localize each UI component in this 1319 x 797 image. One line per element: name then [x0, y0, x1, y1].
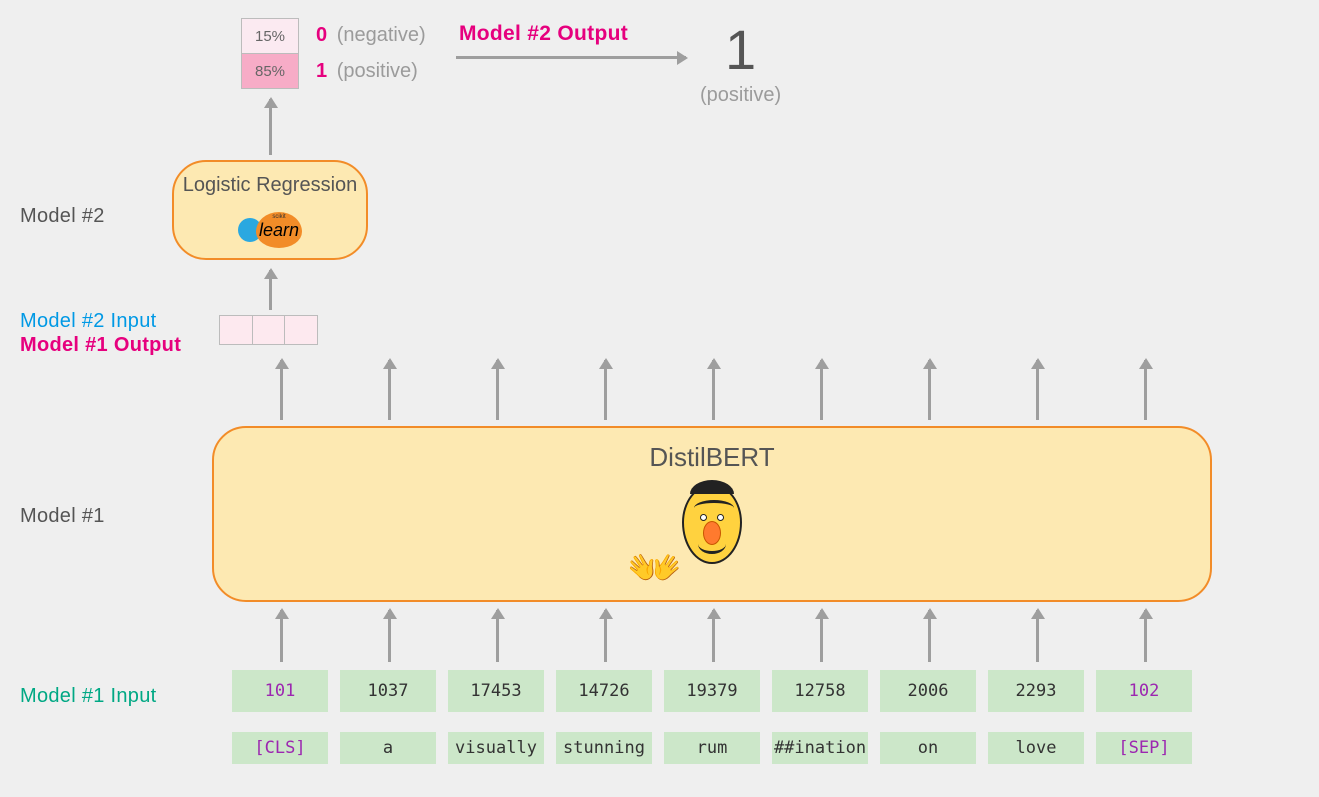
token-text-row: [CLS] a visually stunning rum ##ination … — [232, 732, 1192, 764]
hand-left-icon: 👐 — [627, 542, 682, 594]
arrow-bert-out-1 — [388, 360, 391, 420]
model-2-box: Logistic Regression scikit learn — [172, 160, 368, 260]
token-text: on — [880, 732, 976, 764]
token-id: 2006 — [880, 670, 976, 712]
embedding-cell — [253, 316, 286, 344]
prob-index-1: 1 — [316, 60, 327, 82]
label-model-1-output: Model #1 Output — [20, 334, 181, 357]
token-text: a — [340, 732, 436, 764]
token-id: 101 — [232, 670, 328, 712]
token-id: 12758 — [772, 670, 868, 712]
sklearn-learn-text: learn — [259, 220, 299, 241]
arrow-tok-in-0 — [280, 610, 283, 662]
arrow-tok-in-3 — [604, 610, 607, 662]
prob-cell-0: 15% — [241, 18, 299, 54]
arrow-bert-out-3 — [604, 360, 607, 420]
arrow-bert-out-7 — [1036, 360, 1039, 420]
embedding-cell — [285, 316, 317, 344]
arrow-embed-to-lr — [269, 270, 272, 310]
diagram-canvas: Model #2 Model #2 Input Model #1 Output … — [0, 0, 1319, 797]
arrow-bert-out-0 — [280, 360, 283, 420]
token-text: [SEP] — [1096, 732, 1192, 764]
embedding-cell — [220, 316, 253, 344]
model-1-title: DistilBERT — [214, 442, 1210, 473]
arrow-tok-in-8 — [1144, 610, 1147, 662]
arrow-tok-in-1 — [388, 610, 391, 662]
arrow-tok-in-2 — [496, 610, 499, 662]
arrow-tok-in-6 — [928, 610, 931, 662]
prob-index-0: 0 — [316, 24, 327, 46]
arrow-bert-out-6 — [928, 360, 931, 420]
sklearn-orange-blob-icon: scikit learn — [256, 212, 302, 248]
token-id: 102 — [1096, 670, 1192, 712]
arrow-bert-out-8 — [1144, 360, 1147, 420]
token-text: ##ination — [772, 732, 868, 764]
sklearn-tiny-text: scikit — [272, 214, 285, 220]
prob-desc-1: (positive) — [337, 60, 418, 82]
label-model-2: Model #2 — [20, 205, 105, 228]
token-text: rum — [664, 732, 760, 764]
token-id: 17453 — [448, 670, 544, 712]
label-model-1-input: Model #1 Input — [20, 685, 157, 708]
arrow-tok-in-5 — [820, 610, 823, 662]
arrow-lr-to-probs — [269, 99, 272, 155]
arrow-tok-in-7 — [1036, 610, 1039, 662]
prob-label-1: 1 (positive) — [316, 60, 418, 83]
distilbert-mascot: 👐 — [627, 484, 797, 594]
prob-label-0: 0 (negative) — [316, 24, 426, 47]
token-text: [CLS] — [232, 732, 328, 764]
result-desc: (positive) — [700, 84, 781, 107]
token-id: 19379 — [664, 670, 760, 712]
token-text: stunning — [556, 732, 652, 764]
token-id-row: 101 1037 17453 14726 19379 12758 2006 22… — [232, 670, 1192, 712]
arrow-to-result — [456, 56, 686, 59]
label-model-2-output: Model #2 Output — [459, 22, 628, 46]
prob-cell-1: 85% — [241, 53, 299, 89]
model-1-box: DistilBERT 👐 — [212, 426, 1212, 602]
final-result: 1 (positive) — [700, 22, 781, 107]
prob-desc-0: (negative) — [337, 24, 426, 46]
sklearn-logo: scikit learn — [238, 212, 302, 248]
arrow-bert-out-4 — [712, 360, 715, 420]
token-id: 2293 — [988, 670, 1084, 712]
token-text: love — [988, 732, 1084, 764]
token-id: 14726 — [556, 670, 652, 712]
cls-embedding — [219, 315, 318, 345]
label-model-2-input: Model #2 Input — [20, 310, 157, 333]
probability-table: 15% 85% — [241, 18, 299, 89]
arrow-bert-out-2 — [496, 360, 499, 420]
label-model-1: Model #1 — [20, 505, 105, 528]
bert-head-icon — [682, 484, 742, 564]
result-value: 1 — [700, 22, 781, 78]
arrow-bert-out-5 — [820, 360, 823, 420]
token-text: visually — [448, 732, 544, 764]
arrow-tok-in-4 — [712, 610, 715, 662]
model-2-title: Logistic Regression — [174, 174, 366, 197]
token-id: 1037 — [340, 670, 436, 712]
